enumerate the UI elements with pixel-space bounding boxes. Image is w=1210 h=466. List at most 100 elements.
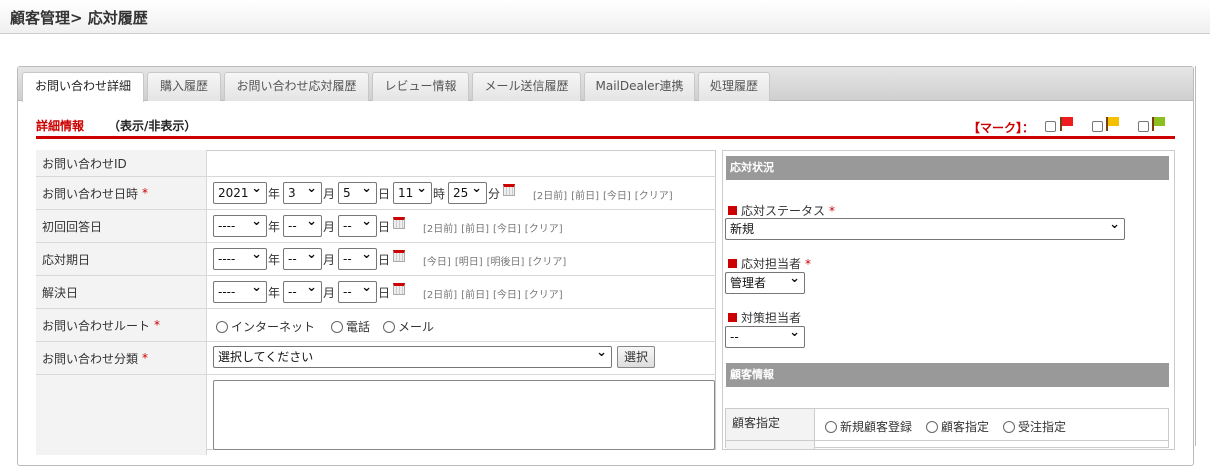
route-radio-phone[interactable]: 電話 [331, 318, 370, 335]
link-yesterday[interactable]: [前日] [571, 191, 599, 202]
calendar-icon[interactable] [503, 184, 515, 196]
day-select[interactable]: -- [338, 212, 377, 237]
calendar-icon[interactable] [393, 217, 405, 229]
unit: 年 [268, 220, 281, 234]
radio-icon [825, 420, 837, 433]
link-today[interactable]: [今日] [493, 290, 521, 301]
link-clear[interactable]: [クリア] [635, 191, 673, 202]
unit: 年 [268, 286, 281, 300]
radio-new-customer[interactable]: 新規顧客登録 [825, 418, 912, 435]
calendar-icon[interactable] [393, 250, 405, 262]
mark-yellow-checkbox[interactable] [1092, 121, 1103, 132]
link-day-after-tomorrow[interactable]: [明後日] [487, 257, 525, 268]
label: お問い合わせ分類 [42, 351, 139, 366]
link-today[interactable]: [今日] [493, 224, 521, 235]
unit: 月 [323, 286, 336, 300]
customer-header: 顧客情報 [726, 363, 1169, 387]
link-clear[interactable]: [クリア] [525, 290, 563, 301]
required-mark: * [154, 318, 161, 332]
unit: 分 [488, 187, 501, 201]
month-select[interactable]: 3 [283, 179, 322, 204]
unit: 年 [268, 187, 281, 201]
radio-label: 新規顧客登録 [840, 420, 913, 434]
status-header: 応対状況 [726, 156, 1169, 180]
green-flag-icon [1152, 117, 1166, 131]
link-clear[interactable]: [クリア] [525, 224, 563, 235]
mark-green-checkbox[interactable] [1138, 121, 1149, 132]
calendar-icon[interactable] [393, 283, 405, 295]
required-mark: * [142, 186, 149, 200]
route-radio-mail[interactable]: メール [383, 318, 434, 335]
toggle-display-link[interactable]: （表示/非表示） [108, 117, 196, 134]
status-label: 応対ステータス * [728, 202, 835, 219]
tab-review-info[interactable]: レビュー情報 [372, 72, 469, 101]
day-select[interactable]: -- [338, 278, 377, 303]
radio-label: インターネット [231, 320, 316, 334]
unit: 時 [433, 187, 446, 201]
date-shortcuts: [2日前] [前日] [今日] [クリア] [423, 220, 567, 235]
radio-label: 受注指定 [1018, 420, 1067, 434]
radio-label: メール [398, 320, 435, 334]
month-select[interactable]: -- [283, 212, 322, 237]
day-select[interactable]: 5 [338, 179, 377, 204]
month-select[interactable]: -- [283, 278, 322, 303]
tab-inquiry-detail[interactable]: お問い合わせ詳細 [22, 72, 144, 102]
link-yesterday[interactable]: [前日] [461, 224, 489, 235]
radio-icon [331, 320, 343, 333]
unit: 月 [323, 187, 336, 201]
link-yesterday[interactable]: [前日] [461, 290, 489, 301]
status-select[interactable]: 新規 [725, 215, 1125, 240]
year-select[interactable]: ---- [213, 245, 267, 270]
link-today[interactable]: [今日] [423, 257, 451, 268]
label: 応対期日 [42, 252, 91, 267]
link-2-days-ago[interactable]: [2日前] [533, 191, 567, 202]
assignee-select[interactable]: 管理者 [725, 269, 805, 294]
mark-label: 【マーク】： [968, 121, 1035, 135]
year-select[interactable]: ---- [213, 278, 267, 303]
tab-inquiry-response-history[interactable]: お問い合わせ応対履歴 [224, 72, 369, 101]
status-panel [722, 150, 1175, 450]
radio-icon [383, 320, 395, 333]
link-2-days-ago[interactable]: [2日前] [423, 224, 457, 235]
red-flag-icon [1060, 117, 1074, 131]
month-select[interactable]: -- [283, 245, 322, 270]
link-2-days-ago[interactable]: [2日前] [423, 290, 457, 301]
label: お問い合わせID [42, 156, 127, 171]
link-tomorrow[interactable]: [明日] [455, 257, 483, 268]
content-textarea[interactable] [213, 380, 715, 450]
label: 解決日 [42, 285, 79, 300]
radio-label: 顧客指定 [941, 420, 990, 434]
unit: 日 [378, 286, 391, 300]
year-select[interactable]: 2021 [213, 179, 267, 204]
tab-purchase-history[interactable]: 購入履歴 [147, 72, 221, 101]
row-inquiry-id: お問い合わせID [36, 150, 716, 177]
link-today[interactable]: [今日] [603, 191, 631, 202]
square-bullet-icon [728, 313, 737, 322]
tab-mail-history[interactable]: メール送信履歴 [472, 72, 581, 101]
link-clear[interactable]: [クリア] [528, 257, 566, 268]
unit: 日 [378, 253, 391, 267]
divider [1195, 66, 1196, 446]
date-shortcuts: [2日前] [前日] [今日] [クリア] [423, 286, 567, 301]
date-shortcuts: [2日前] [前日] [今日] [クリア] [533, 187, 677, 202]
year-select[interactable]: ---- [213, 212, 267, 237]
tab-process-history[interactable]: 処理履歴 [698, 72, 770, 101]
category-select[interactable]: 選択してください [213, 343, 612, 368]
unit: 年 [268, 253, 281, 267]
route-radio-internet[interactable]: インターネット [216, 318, 315, 335]
day-select[interactable]: -- [338, 245, 377, 270]
minute-select[interactable]: 25 [448, 179, 487, 204]
measure-assignee-select[interactable]: -- [725, 323, 805, 348]
radio-order-designation[interactable]: 受注指定 [1003, 418, 1066, 435]
radio-icon [1003, 420, 1015, 433]
select-category-button[interactable]: 選択 [617, 346, 656, 368]
hour-select[interactable]: 11 [393, 179, 432, 204]
section-title: 詳細情報 [36, 119, 85, 133]
mark-red-checkbox[interactable] [1045, 121, 1056, 132]
radio-customer-designation[interactable]: 顧客指定 [926, 418, 989, 435]
tab-maildealer[interactable]: MailDealer連携 [584, 72, 695, 101]
page-title: 顧客管理> 応対履歴 [10, 9, 148, 27]
required-mark: * [142, 351, 149, 365]
square-bullet-icon [728, 206, 737, 215]
unit: 月 [323, 220, 336, 234]
